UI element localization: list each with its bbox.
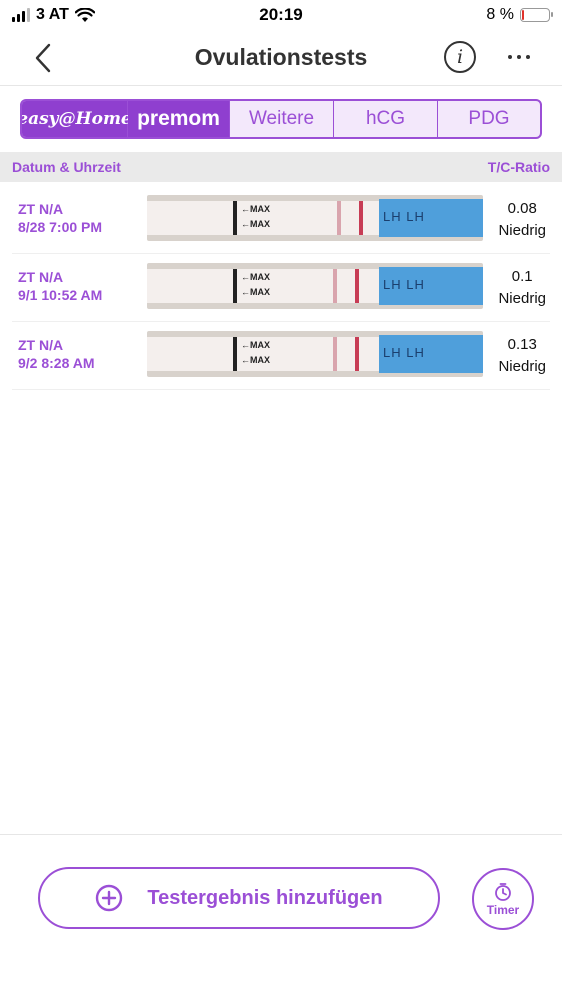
ratio-value: 0.13 bbox=[507, 336, 537, 353]
plus-circle-icon bbox=[96, 884, 123, 912]
status-right: 8 % bbox=[486, 6, 553, 24]
control-line bbox=[355, 337, 359, 371]
tab-hcg[interactable]: hCG bbox=[334, 101, 438, 137]
info-button[interactable]: i bbox=[444, 41, 476, 73]
row-ratio: 0.13 Niedrig bbox=[498, 334, 546, 378]
column-date-header: Datum & Uhrzeit bbox=[12, 159, 121, 175]
ratio-value: 0.1 bbox=[511, 268, 533, 285]
test-line bbox=[333, 269, 337, 303]
strip-max-label: ←MAX bbox=[241, 355, 270, 365]
row-datetime: 8/28 7:00 PM bbox=[18, 219, 103, 235]
row-ratio: 0.1 Niedrig bbox=[498, 266, 546, 310]
row-date: ZT N/A 9/1 10:52 AM bbox=[18, 268, 102, 304]
strip-max-label: ←MAX bbox=[241, 204, 270, 214]
row-zt: ZT N/A bbox=[18, 201, 64, 217]
strip-max-label: ←MAX bbox=[241, 287, 270, 297]
control-line bbox=[359, 201, 363, 235]
battery-icon bbox=[520, 8, 553, 22]
strip-handle bbox=[379, 335, 483, 373]
strip-max-label: ←MAX bbox=[241, 272, 270, 282]
test-strip-photo: ←MAX ←MAX bbox=[147, 331, 483, 377]
timer-label: Timer bbox=[486, 902, 520, 917]
tab-premom[interactable]: premom bbox=[128, 101, 230, 137]
tab-easy-home[interactable]: easy@Home bbox=[22, 101, 132, 137]
tab-pdg[interactable]: PDG bbox=[438, 101, 540, 137]
info-icon: i bbox=[456, 46, 464, 68]
row-zt: ZT N/A bbox=[18, 337, 64, 353]
status-bar: 3 AT 20:19 8 % bbox=[0, 0, 562, 30]
row-date: ZT N/A 8/28 7:00 PM bbox=[18, 200, 102, 236]
column-ratio-header: T/C-Ratio bbox=[487, 159, 550, 175]
ellipsis-icon bbox=[508, 55, 512, 59]
stopwatch-icon bbox=[495, 882, 511, 901]
strip-handle bbox=[379, 199, 483, 237]
ratio-value: 0.08 bbox=[507, 200, 537, 217]
test-line bbox=[333, 337, 337, 371]
nav-bar: Ovulationstests i bbox=[0, 30, 562, 86]
row-datetime: 9/1 10:52 AM bbox=[18, 287, 103, 303]
table-row[interactable]: ZT N/A 8/28 7:00 PM ←MAX ←MAX 0.08 Niedr… bbox=[12, 186, 550, 254]
timer-button[interactable]: Timer bbox=[472, 868, 534, 930]
brand-tabs: easy@Home premom Weitere hCG PDG bbox=[20, 99, 542, 139]
test-list: ZT N/A 8/28 7:00 PM ←MAX ←MAX 0.08 Niedr… bbox=[12, 186, 550, 390]
test-line bbox=[337, 201, 341, 235]
page-title: Ovulationstests bbox=[194, 44, 368, 70]
table-row[interactable]: ZT N/A 9/1 10:52 AM ←MAX ←MAX 0.1 Niedri… bbox=[12, 254, 550, 322]
strip-max-label: ←MAX bbox=[241, 219, 270, 229]
test-strip-photo: ←MAX ←MAX bbox=[147, 195, 483, 241]
ratio-level: Niedrig bbox=[498, 290, 546, 307]
bottom-divider bbox=[0, 834, 562, 835]
row-zt: ZT N/A bbox=[18, 269, 64, 285]
strip-max-label: ←MAX bbox=[241, 340, 270, 350]
table-header: Datum & Uhrzeit T/C-Ratio bbox=[0, 152, 562, 182]
row-datetime: 9/2 8:28 AM bbox=[18, 355, 95, 371]
table-row[interactable]: ZT N/A 9/2 8:28 AM ←MAX ←MAX 0.13 Niedri… bbox=[12, 322, 550, 390]
row-ratio: 0.08 Niedrig bbox=[498, 198, 546, 242]
battery-fill bbox=[522, 10, 524, 20]
battery-percent: 8 % bbox=[486, 6, 514, 23]
row-date: ZT N/A 9/2 8:28 AM bbox=[18, 336, 95, 372]
test-strip-photo: ←MAX ←MAX bbox=[147, 263, 483, 309]
strip-handle bbox=[379, 267, 483, 305]
add-test-result-label: Testergebnis hinzufügen bbox=[147, 886, 383, 909]
tab-weitere[interactable]: Weitere bbox=[230, 101, 334, 137]
ratio-level: Niedrig bbox=[498, 358, 546, 375]
control-line bbox=[355, 269, 359, 303]
more-button[interactable] bbox=[502, 42, 536, 72]
add-test-result-button[interactable]: Testergebnis hinzufügen bbox=[38, 867, 440, 929]
ratio-level: Niedrig bbox=[498, 222, 546, 239]
status-time: 20:19 bbox=[259, 5, 303, 24]
